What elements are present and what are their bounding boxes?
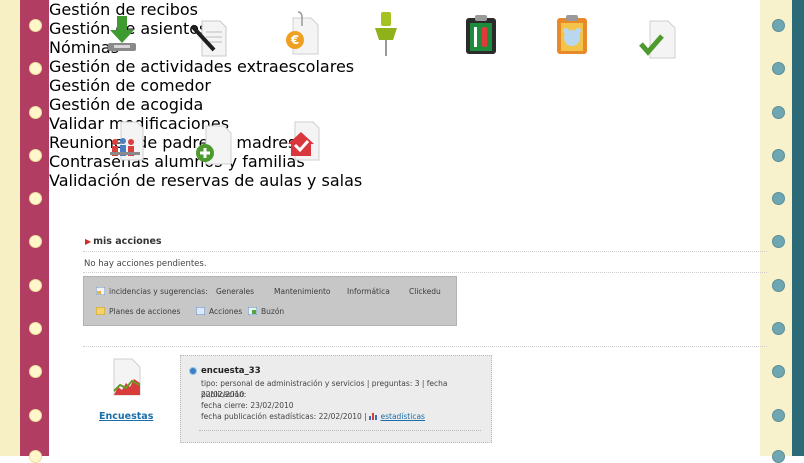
binder-ring-left bbox=[29, 450, 42, 463]
cutlery-clipboard-icon bbox=[466, 15, 496, 54]
tile-comedor[interactable]: Gestión de comedor bbox=[49, 15, 760, 95]
divider bbox=[83, 346, 767, 347]
encuestas-link[interactable]: Encuestas bbox=[99, 411, 153, 422]
binder-ring-right bbox=[772, 19, 785, 32]
divider bbox=[83, 272, 767, 273]
binder-left-margin bbox=[0, 0, 20, 456]
mis-acciones-title: mis acciones bbox=[93, 236, 162, 247]
tile-acogida[interactable]: Gestión de acogida bbox=[49, 15, 760, 114]
plans-icon bbox=[96, 307, 105, 315]
stats-date-text: fecha publicación estadísticas: 22/02/20… bbox=[201, 412, 367, 421]
actions-icon bbox=[196, 307, 205, 315]
binder-ring-right bbox=[772, 409, 785, 422]
link-planes-acciones[interactable]: Planes de acciones bbox=[109, 307, 180, 316]
link-mantenimiento[interactable]: Mantenimiento bbox=[274, 287, 331, 296]
tile-validacion-reservas[interactable]: Validación de reservas de aulas y salas bbox=[49, 121, 760, 190]
divider bbox=[199, 430, 481, 431]
binder-ring-right bbox=[772, 322, 785, 335]
tile-gestion-recibos[interactable]: Gestión de recibos bbox=[49, 0, 760, 51]
statistics-document-icon bbox=[113, 358, 141, 396]
binder-ring-left bbox=[29, 149, 42, 162]
tile-validar[interactable]: Validar modificaciones bbox=[49, 20, 760, 133]
euro-document-icon: € bbox=[286, 11, 319, 55]
checkmark-document-icon bbox=[639, 20, 676, 59]
main-content: Gestión de recibos Gestión de asientos €… bbox=[49, 0, 767, 456]
link-generales[interactable]: Generales bbox=[216, 287, 254, 296]
bar-chart-icon bbox=[369, 413, 378, 420]
link-informatica[interactable]: Informática bbox=[347, 287, 390, 296]
tile-link[interactable]: Gestión de actividades extraescolares bbox=[49, 57, 354, 76]
mailbox-icon bbox=[248, 307, 257, 315]
encuesta-close-date: fecha cierre: 23/02/2010 bbox=[201, 401, 294, 410]
binder-ring-left bbox=[29, 62, 42, 75]
tile-contrasenas[interactable]: Contraseñas alumnos y familias bbox=[49, 125, 760, 171]
binder-ring-left bbox=[29, 192, 42, 205]
divider bbox=[83, 251, 767, 252]
binder-ring-right bbox=[772, 450, 785, 463]
bear-clipboard-icon bbox=[557, 15, 587, 54]
no-actions-text: No hay acciones pendientes. bbox=[84, 259, 207, 269]
tile-link[interactable]: Gestión de comedor bbox=[49, 76, 211, 95]
binder-ring-left bbox=[29, 19, 42, 32]
tile-link[interactable]: Contraseñas alumnos y familias bbox=[49, 152, 305, 171]
binder-ring-right bbox=[772, 62, 785, 75]
encuesta-title: encuesta_33 bbox=[201, 366, 261, 376]
link-clickedu[interactable]: Clickedu bbox=[409, 287, 441, 296]
suggestion-icon bbox=[96, 287, 105, 295]
encuesta-panel: encuesta_33 tipo: personal de administra… bbox=[180, 355, 492, 443]
binder-ring-left bbox=[29, 279, 42, 292]
estadisticas-link[interactable]: estadísticas bbox=[381, 412, 425, 421]
tile-link[interactable]: Reuniones de padres y madres bbox=[49, 133, 296, 152]
plus-document-icon bbox=[196, 125, 232, 165]
binder-ring-left bbox=[29, 365, 42, 378]
link-buzon[interactable]: Buzón bbox=[261, 307, 284, 316]
tile-link[interactable]: Validación de reservas de aulas y salas bbox=[49, 171, 362, 190]
triangle-bullet-icon: ▶ bbox=[85, 237, 92, 246]
house-check-icon bbox=[288, 121, 320, 161]
link-acciones[interactable]: Acciones bbox=[209, 307, 242, 316]
pushpin-icon bbox=[375, 12, 397, 56]
binder-ring-right bbox=[772, 365, 785, 378]
binder-ring-left bbox=[29, 409, 42, 422]
bullet-icon bbox=[189, 367, 197, 375]
tile-reuniones[interactable]: Reuniones de padres y madres bbox=[49, 121, 760, 161]
binder-ring-left bbox=[29, 235, 42, 248]
incidencias-label: incidencias y sugerencias: bbox=[109, 287, 208, 296]
binder-ring-right bbox=[772, 279, 785, 292]
people-meeting-icon bbox=[110, 121, 144, 161]
mis-acciones-heading: ▶ mis acciones bbox=[85, 236, 162, 247]
svg-text:€: € bbox=[290, 33, 299, 47]
binder-ring-right bbox=[772, 106, 785, 119]
encuesta-date: 22/02/2010 bbox=[201, 390, 245, 399]
binder-ring-left bbox=[29, 106, 42, 119]
tile-link[interactable]: Gestión de acogida bbox=[49, 95, 203, 114]
download-tray-icon bbox=[108, 16, 136, 51]
encuesta-meta-line: tipo: personal de administración y servi… bbox=[201, 379, 448, 399]
binder-ring-right bbox=[772, 149, 785, 162]
binder-ring-left bbox=[29, 322, 42, 335]
binder-ring-right bbox=[772, 235, 785, 248]
binder-right-spine bbox=[792, 0, 804, 456]
actions-toolbar: incidencias y sugerencias: Generales Man… bbox=[83, 276, 457, 326]
encuesta-stats-line: fecha publicación estadísticas: 22/02/20… bbox=[201, 411, 425, 422]
binder-ring-right bbox=[772, 192, 785, 205]
pen-document-icon bbox=[190, 20, 227, 57]
